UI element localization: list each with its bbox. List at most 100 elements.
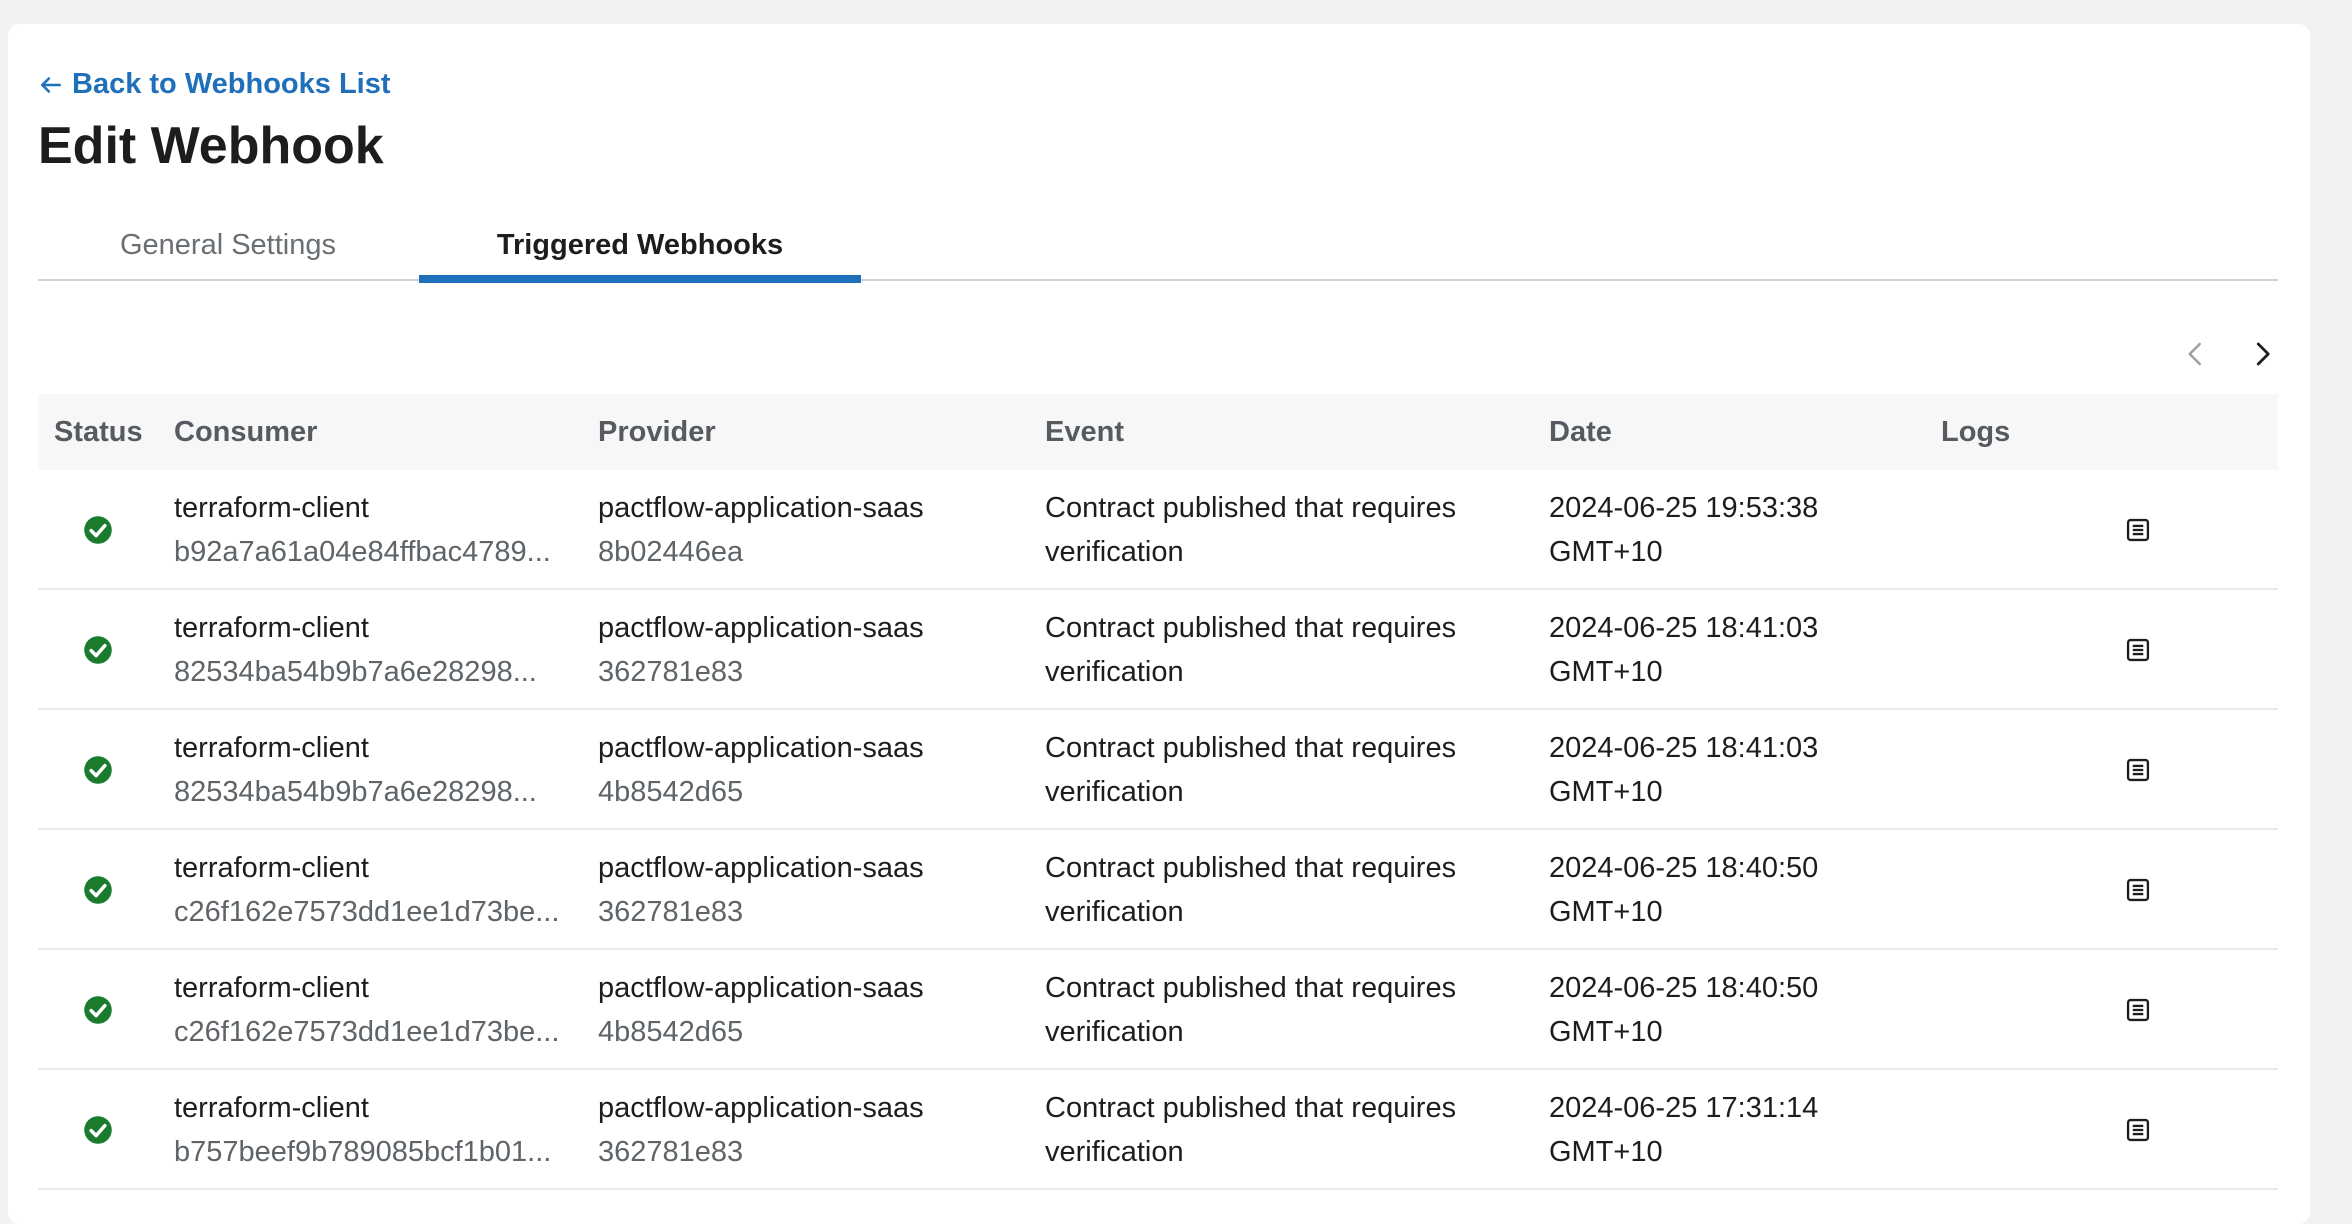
document-list-icon (2126, 1118, 2150, 1142)
status-cell (38, 710, 158, 830)
date-line-2: GMT+10 (1549, 656, 1663, 688)
chevron-right-icon (2256, 342, 2270, 366)
consumer-cell: terraform-client 82534ba54b9b7a6e28298..… (174, 710, 574, 830)
consumer-version: c26f162e7573dd1ee1d73be... (174, 1016, 560, 1048)
main-card: Back to Webhooks List Edit Webhook Gener… (8, 24, 2310, 1224)
check-circle-icon (84, 996, 112, 1024)
consumer-name: terraform-client (174, 852, 369, 884)
table-row: terraform-client 82534ba54b9b7a6e28298..… (38, 590, 2278, 710)
pagination-prev-button[interactable] (2176, 334, 2216, 374)
date-line-2: GMT+10 (1549, 776, 1663, 808)
event-line-2: verification (1045, 776, 1184, 808)
date-line-2: GMT+10 (1549, 1136, 1663, 1168)
header-consumer: Consumer (174, 415, 318, 448)
provider-name: pactflow-application-saas (598, 972, 924, 1004)
page-title: Edit Webhook (38, 117, 384, 175)
document-list-icon (2126, 758, 2150, 782)
consumer-cell: terraform-client b92a7a61a04e84ffbac4789… (174, 470, 574, 590)
date-cell: 2024-06-25 18:41:03 GMT+10 (1549, 710, 1909, 830)
date-line-1: 2024-06-25 18:40:50 (1549, 972, 1819, 1004)
header-status: Status (54, 415, 143, 448)
event-line-2: verification (1045, 1016, 1184, 1048)
consumer-name: terraform-client (174, 1092, 369, 1124)
document-list-icon (2126, 998, 2150, 1022)
consumer-cell: terraform-client b757beef9b789085bcf1b01… (174, 1070, 574, 1190)
provider-name: pactflow-application-saas (598, 732, 924, 764)
consumer-version: c26f162e7573dd1ee1d73be... (174, 896, 560, 928)
event-cell: Contract published that requires verific… (1045, 710, 1525, 830)
consumer-name: terraform-client (174, 612, 369, 644)
event-line-1: Contract published that requires (1045, 492, 1457, 524)
date-cell: 2024-06-25 18:40:50 GMT+10 (1549, 950, 1909, 1070)
header-logs: Logs (1941, 415, 2011, 448)
provider-version: 362781e83 (598, 896, 744, 928)
document-list-icon (2126, 638, 2150, 662)
header-date: Date (1549, 415, 1612, 448)
document-list-icon (2126, 878, 2150, 902)
check-circle-icon (84, 756, 112, 784)
header-event: Event (1045, 415, 1124, 448)
consumer-cell: terraform-client 82534ba54b9b7a6e28298..… (174, 590, 574, 710)
pagination-next-button[interactable] (2242, 334, 2282, 374)
provider-cell: pactflow-application-saas 362781e83 (598, 1070, 1028, 1190)
view-logs-button[interactable] (2098, 590, 2178, 710)
event-line-2: verification (1045, 656, 1184, 688)
provider-version: 4b8542d65 (598, 776, 744, 808)
date-line-1: 2024-06-25 18:40:50 (1549, 852, 1819, 884)
consumer-version: 82534ba54b9b7a6e28298... (174, 776, 537, 808)
event-line-1: Contract published that requires (1045, 1092, 1457, 1124)
provider-version: 362781e83 (598, 1136, 744, 1168)
provider-name: pactflow-application-saas (598, 612, 924, 644)
table-row: terraform-client c26f162e7573dd1ee1d73be… (38, 830, 2278, 950)
view-logs-button[interactable] (2098, 950, 2178, 1070)
provider-version: 362781e83 (598, 656, 744, 688)
status-cell (38, 470, 158, 590)
provider-name: pactflow-application-saas (598, 492, 924, 524)
date-line-1: 2024-06-25 19:53:38 (1549, 492, 1819, 524)
provider-cell: pactflow-application-saas 362781e83 (598, 830, 1028, 950)
provider-version: 4b8542d65 (598, 1016, 744, 1048)
check-circle-icon (84, 1116, 112, 1144)
back-to-webhooks-link[interactable]: Back to Webhooks List (38, 68, 391, 101)
table-header: Status Consumer Provider Event Date Logs (38, 394, 2278, 470)
provider-cell: pactflow-application-saas 8b02446ea (598, 470, 1028, 590)
status-cell (38, 950, 158, 1070)
view-logs-button[interactable] (2098, 470, 2178, 590)
date-cell: 2024-06-25 18:40:50 GMT+10 (1549, 830, 1909, 950)
check-circle-icon (84, 516, 112, 544)
event-line-1: Contract published that requires (1045, 972, 1457, 1004)
provider-cell: pactflow-application-saas 4b8542d65 (598, 710, 1028, 830)
provider-cell: pactflow-application-saas 362781e83 (598, 590, 1028, 710)
table-row: terraform-client b92a7a61a04e84ffbac4789… (38, 470, 2278, 590)
date-cell: 2024-06-25 17:31:14 GMT+10 (1549, 1070, 1909, 1190)
date-line-2: GMT+10 (1549, 536, 1663, 568)
view-logs-button[interactable] (2098, 1070, 2178, 1190)
document-list-icon (2126, 518, 2150, 542)
view-logs-button[interactable] (2098, 830, 2178, 950)
consumer-name: terraform-client (174, 492, 369, 524)
consumer-version: 82534ba54b9b7a6e28298... (174, 656, 537, 688)
event-line-1: Contract published that requires (1045, 732, 1457, 764)
consumer-cell: terraform-client c26f162e7573dd1ee1d73be… (174, 830, 574, 950)
header-provider: Provider (598, 415, 716, 448)
tab-general-settings[interactable]: General Settings (38, 210, 418, 281)
event-line-2: verification (1045, 896, 1184, 928)
triggered-webhooks-table: Status Consumer Provider Event Date Logs… (38, 394, 2278, 1190)
event-line-1: Contract published that requires (1045, 852, 1457, 884)
arrow-left-icon (41, 76, 61, 93)
event-cell: Contract published that requires verific… (1045, 1070, 1525, 1190)
consumer-version: b92a7a61a04e84ffbac4789... (174, 536, 551, 568)
consumer-version: b757beef9b789085bcf1b01... (174, 1136, 552, 1168)
back-link-label: Back to Webhooks List (72, 68, 391, 100)
event-cell: Contract published that requires verific… (1045, 830, 1525, 950)
provider-name: pactflow-application-saas (598, 852, 924, 884)
chevron-left-icon (2188, 342, 2201, 366)
status-cell (38, 590, 158, 710)
table-row: terraform-client 82534ba54b9b7a6e28298..… (38, 710, 2278, 830)
tab-triggered-webhooks[interactable]: Triggered Webhooks (419, 210, 861, 283)
event-cell: Contract published that requires verific… (1045, 590, 1525, 710)
view-logs-button[interactable] (2098, 710, 2178, 830)
consumer-cell: terraform-client c26f162e7573dd1ee1d73be… (174, 950, 574, 1070)
consumer-name: terraform-client (174, 732, 369, 764)
table-body: terraform-client b92a7a61a04e84ffbac4789… (38, 470, 2278, 1190)
